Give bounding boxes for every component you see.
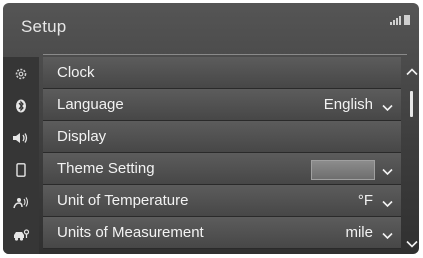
menu-item-label: Clock	[57, 64, 95, 81]
menu-item-clock[interactable]: Clock	[43, 57, 401, 89]
scroll-thumb[interactable]	[410, 91, 413, 117]
chevron-down-icon	[382, 163, 393, 180]
setup-screen: Setup Clock Language English Display The…	[3, 3, 419, 254]
side-icon-column	[3, 57, 39, 254]
voice-icon[interactable]	[8, 192, 34, 214]
chevron-down-icon	[382, 195, 393, 212]
chevron-down-icon	[382, 227, 393, 244]
bluetooth-icon[interactable]	[8, 95, 34, 117]
scrollbar[interactable]	[405, 63, 419, 248]
car-icon[interactable]	[8, 224, 34, 246]
menu-item-units-of-measurement[interactable]: Units of Measurement mile	[43, 217, 401, 249]
menu-item-label: Units of Measurement	[57, 224, 204, 241]
menu-item-label: Unit of Temperature	[57, 192, 189, 209]
menu-item-unit-of-temperature[interactable]: Unit of Temperature °F	[43, 185, 401, 217]
menu-item-display[interactable]: Display	[43, 121, 401, 153]
temperature-unit-value: °F	[357, 192, 373, 209]
divider	[43, 54, 407, 55]
speaker-icon[interactable]	[8, 127, 34, 149]
signal-strength-icon	[390, 15, 410, 25]
page-title: Setup	[21, 17, 67, 36]
gear-icon[interactable]	[8, 63, 34, 85]
chevron-down-icon	[382, 99, 393, 116]
measurement-unit-value: mile	[345, 224, 373, 241]
menu-item-label: Display	[57, 128, 107, 145]
menu-item-language[interactable]: Language English	[43, 89, 401, 121]
menu-item-theme-setting[interactable]: Theme Setting	[43, 153, 401, 185]
phone-icon[interactable]	[8, 159, 34, 181]
menu-item-label: Language	[57, 96, 124, 113]
chevron-up-icon[interactable]	[406, 63, 418, 81]
menu-item-label: Theme Setting	[57, 160, 155, 177]
language-value: English	[323, 96, 373, 113]
theme-preview-swatch	[311, 160, 375, 180]
chevron-down-icon[interactable]	[406, 235, 418, 253]
